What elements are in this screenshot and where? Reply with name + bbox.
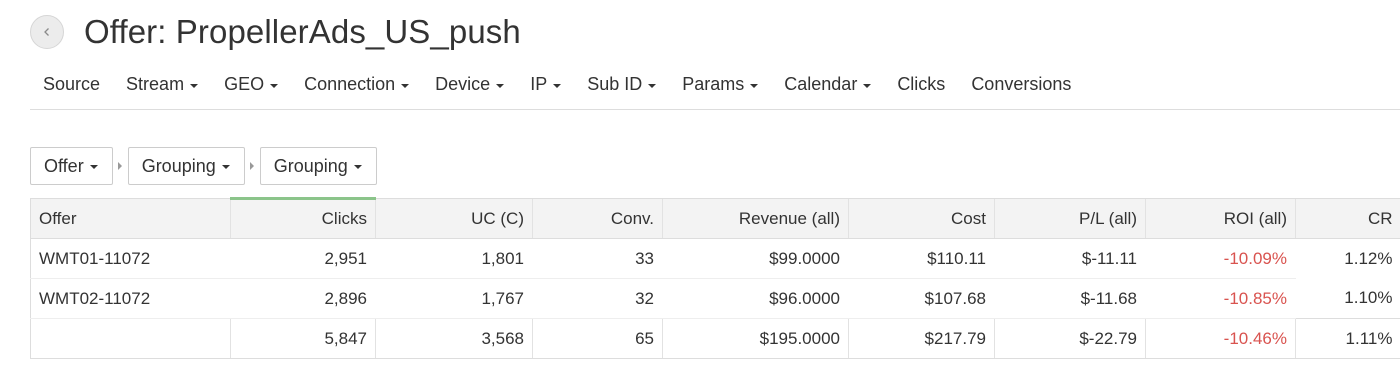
nav-label: Connection	[304, 74, 396, 94]
grouping-dropdown-1[interactable]: Offer	[30, 147, 113, 185]
cell-revenue: $99.0000	[662, 238, 849, 279]
caret-down-icon	[221, 165, 230, 169]
caret-down-icon	[353, 165, 362, 169]
page-title: Offer: PropellerAds_US_push	[84, 13, 521, 50]
grouping-bar: Offer Grouping Grouping	[30, 147, 377, 185]
column-header-uc[interactable]: UC (C)	[375, 198, 533, 239]
column-header-offer[interactable]: Offer	[30, 198, 231, 239]
caret-down-icon	[401, 83, 410, 88]
nav-item-ip[interactable]: IP	[517, 66, 574, 95]
cell-conv: 32	[532, 278, 663, 319]
nav-item-clicks[interactable]: Clicks	[884, 66, 958, 95]
table-row[interactable]: WMT01-11072 2,951 1,801 33 $99.0000 $110…	[30, 238, 1400, 279]
chevron-right-icon	[113, 162, 128, 170]
nav-label: IP	[530, 74, 548, 94]
nav-item-stream[interactable]: Stream	[113, 66, 211, 95]
grouping-dropdown-3[interactable]: Grouping	[259, 147, 377, 185]
nav-label: Sub ID	[587, 74, 643, 94]
caret-down-icon	[553, 83, 562, 88]
cell-offer: WMT01-11072	[30, 238, 231, 279]
total-clicks: 5,847	[230, 318, 376, 359]
grouping-dropdown-2[interactable]: Grouping	[127, 147, 245, 185]
cell-cr: 1.10%	[1344, 288, 1393, 308]
page-header: Offer: PropellerAds_US_push	[30, 12, 521, 52]
cell-clicks: 2,951	[230, 238, 376, 279]
nav-item-device[interactable]: Device	[422, 66, 517, 95]
caret-down-icon	[190, 83, 199, 88]
column-header-clicks[interactable]: Clicks	[230, 197, 376, 239]
cell-uc: 1,767	[375, 278, 533, 319]
cell-cr: 1.12%	[1344, 248, 1393, 268]
nav-item-params[interactable]: Params	[669, 66, 771, 95]
nav-item-connection[interactable]: Connection	[291, 66, 422, 95]
column-header-pl[interactable]: P/L (all)	[994, 198, 1146, 239]
cell-cost: $110.11	[848, 238, 995, 279]
nav-item-geo[interactable]: GEO	[211, 66, 291, 95]
nav-label: GEO	[224, 74, 265, 94]
caret-down-icon	[89, 165, 98, 169]
cell-conv: 33	[532, 238, 663, 279]
nav-label: Params	[682, 74, 745, 94]
report-nav: Source Stream GEO Connection Device IP S…	[30, 66, 1400, 110]
cell-offer: WMT02-11072	[30, 278, 231, 319]
nav-item-source[interactable]: Source	[30, 66, 113, 95]
cell-revenue: $96.0000	[662, 278, 849, 319]
caret-down-icon	[496, 83, 505, 88]
total-roi: -10.46%	[1145, 318, 1296, 359]
total-conv: 65	[532, 318, 663, 359]
nav-label: Clicks	[897, 74, 946, 94]
back-button[interactable]	[30, 15, 64, 49]
caret-down-icon	[863, 83, 872, 88]
table-total-row: 5,847 3,568 65 $195.0000 $217.79 $-22.79…	[30, 318, 1400, 359]
chevron-right-icon	[245, 162, 260, 170]
cell-uc: 1,801	[375, 238, 533, 279]
column-header-cr[interactable]: CR	[1295, 198, 1400, 239]
total-uc: 3,568	[375, 318, 533, 359]
column-header-cost[interactable]: Cost	[848, 198, 995, 239]
cell-pl: $-11.68	[994, 278, 1146, 319]
column-header-roi[interactable]: ROI (all)	[1145, 198, 1296, 239]
cell-roi: -10.09%	[1145, 238, 1296, 279]
column-header-revenue[interactable]: Revenue (all)	[662, 198, 849, 239]
caret-down-icon	[270, 83, 279, 88]
nav-label: Device	[435, 74, 491, 94]
cell-pl: $-11.11	[994, 238, 1146, 279]
cell-roi: -10.85%	[1145, 278, 1296, 319]
grouping-label: Offer	[44, 155, 84, 176]
caret-down-icon	[648, 83, 657, 88]
total-cr: 1.11%	[1295, 318, 1400, 359]
caret-down-icon	[750, 83, 759, 88]
cell-cost: $107.68	[848, 278, 995, 319]
total-cost: $217.79	[848, 318, 995, 359]
grouping-label: Grouping	[273, 155, 348, 176]
nav-item-calendar[interactable]: Calendar	[771, 66, 884, 95]
table-header-row: Offer Clicks UC (C) Conv. Revenue (all) …	[30, 197, 1400, 239]
total-offer	[30, 318, 231, 359]
total-revenue: $195.0000	[662, 318, 849, 359]
nav-item-sub-id[interactable]: Sub ID	[574, 66, 669, 95]
column-header-conv[interactable]: Conv.	[532, 198, 663, 239]
nav-item-conversions[interactable]: Conversions	[958, 66, 1084, 95]
nav-label: Calendar	[784, 74, 858, 94]
chevron-left-icon	[44, 28, 49, 36]
report-table-container: Offer Clicks UC (C) Conv. Revenue (all) …	[30, 197, 1400, 359]
cell-clicks: 2,896	[230, 278, 376, 319]
grouping-label: Grouping	[141, 155, 216, 176]
nav-label: Source	[43, 74, 101, 94]
total-pl: $-22.79	[994, 318, 1146, 359]
nav-label: Stream	[126, 74, 185, 94]
report-table: Offer Clicks UC (C) Conv. Revenue (all) …	[30, 197, 1400, 359]
table-row[interactable]: WMT02-11072 2,896 1,767 32 $96.0000 $107…	[30, 278, 1400, 319]
nav-label: Conversions	[971, 74, 1072, 94]
